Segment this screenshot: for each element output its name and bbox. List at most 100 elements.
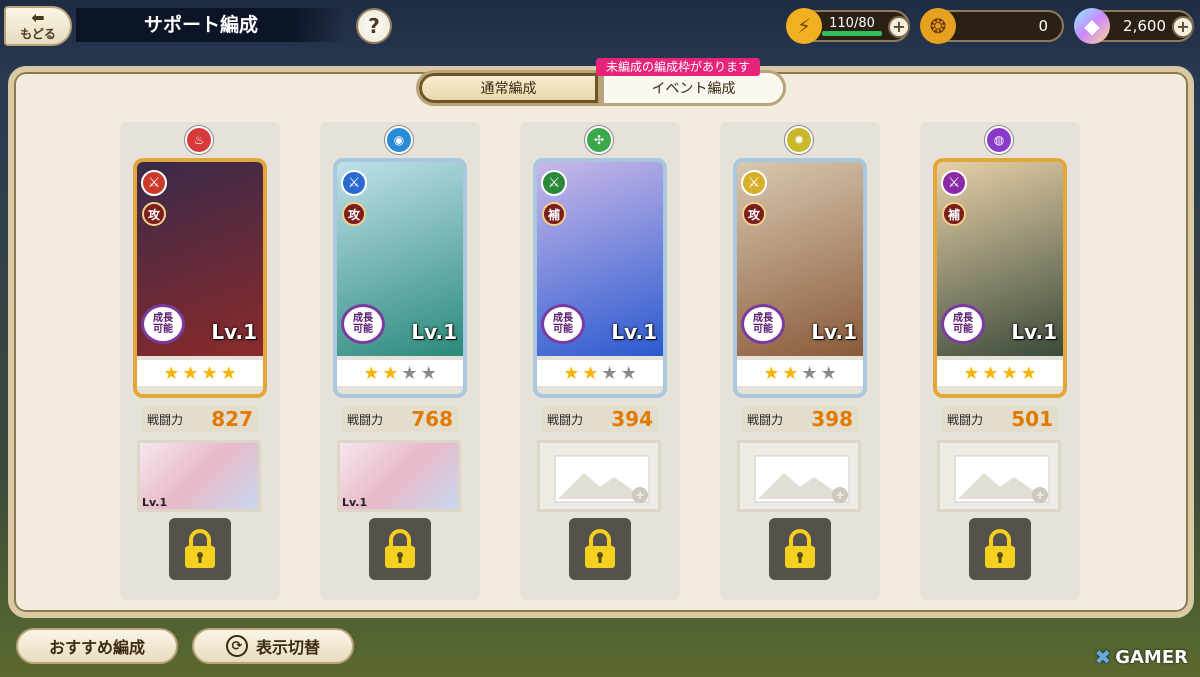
weapon-icon: ⚔ xyxy=(541,170,567,196)
empty-image-icon: + xyxy=(754,455,850,503)
unit-slot[interactable]: ♨ ⚔ 攻 成長 可能 Lv.1 ★ ★ ★ ★ 戦闘力 827 Lv.1 xyxy=(120,122,280,600)
unassigned-notice-badge: 未編成の編成枠があります xyxy=(596,58,761,76)
growth-line-1: 成長 xyxy=(553,313,573,324)
role-badge: 攻 xyxy=(342,202,366,226)
recommend-button[interactable]: おすすめ編成 xyxy=(16,628,178,664)
wind-element-icon: ✣ xyxy=(585,126,613,154)
locked-slot[interactable] xyxy=(169,518,231,580)
medal-icon: ❂ xyxy=(920,8,956,44)
unit-card[interactable]: ⚔ 攻 成長 可能 Lv.1 ★ ★ ★ ★ xyxy=(333,158,467,398)
star-icon: ★ xyxy=(820,362,837,384)
gem-display: ◆ 2,600 + xyxy=(1074,8,1194,44)
fire-element-icon: ♨ xyxy=(185,126,213,154)
unit-card[interactable]: ⚔ 攻 成長 可能 Lv.1 ★ ★ ★ ★ xyxy=(733,158,867,398)
lock-icon xyxy=(985,529,1015,568)
svg-text:+: + xyxy=(1035,488,1045,502)
recommend-label: おすすめ編成 xyxy=(48,638,145,657)
growth-badge: 成長 可能 xyxy=(541,304,585,344)
star-icon: ★ xyxy=(982,362,999,384)
battle-power-label: 戦闘力 xyxy=(947,412,984,427)
sub-unit-slot[interactable]: + xyxy=(737,440,861,512)
growth-badge: 成長 可能 xyxy=(741,304,785,344)
lock-icon xyxy=(785,529,815,568)
unit-card[interactable]: ⚔ 補 成長 可能 Lv.1 ★ ★ ★ ★ xyxy=(533,158,667,398)
weapon-icon: ⚔ xyxy=(941,170,967,196)
battle-power: 戦闘力 827 xyxy=(141,406,259,432)
star-rating: ★ ★ ★ ★ xyxy=(337,360,463,386)
star-icon: ★ xyxy=(801,362,818,384)
top-bar: ⬅ もどる サポート編成 ? ⚡ 110/80 + ❂ 0 ◆ 2,600 + xyxy=(0,0,1200,52)
unit-slot[interactable]: ◍ ⚔ 補 成長 可能 Lv.1 ★ ★ ★ ★ 戦闘力 501 + xyxy=(920,122,1080,600)
sub-unit-slot[interactable]: + xyxy=(537,440,661,512)
star-icon: ★ xyxy=(601,362,618,384)
gamer-logo-icon: ✖ xyxy=(1094,645,1112,669)
stamina-value: 110/80 xyxy=(829,15,875,31)
display-toggle-label: 表示切替 xyxy=(255,638,320,657)
role-badge: 補 xyxy=(942,202,966,226)
battle-power-value: 398 xyxy=(811,407,853,431)
growth-line-1: 成長 xyxy=(753,313,773,324)
back-arrow-icon: ⬅ xyxy=(31,7,45,27)
star-icon: ★ xyxy=(382,362,399,384)
star-icon: ★ xyxy=(420,362,437,384)
gem-plus-button[interactable]: + xyxy=(1172,16,1194,38)
weapon-icon: ⚔ xyxy=(141,170,167,196)
sub-unit-level: Lv.1 xyxy=(342,496,368,509)
growth-badge: 成長 可能 xyxy=(141,304,185,344)
battle-power: 戦闘力 394 xyxy=(541,406,659,432)
star-rating: ★ ★ ★ ★ xyxy=(737,360,863,386)
unit-slot[interactable]: ✹ ⚔ 攻 成長 可能 Lv.1 ★ ★ ★ ★ 戦闘力 398 + xyxy=(720,122,880,600)
growth-badge: 成長 可能 xyxy=(941,304,985,344)
star-icon: ★ xyxy=(782,362,799,384)
unit-level: Lv.1 xyxy=(611,320,657,344)
lightning-icon: ⚡ xyxy=(786,8,822,44)
growth-line-2: 可能 xyxy=(753,324,773,335)
display-toggle-button[interactable]: ⟳ 表示切替 xyxy=(192,628,354,664)
star-icon: ★ xyxy=(363,362,380,384)
svg-text:+: + xyxy=(835,488,845,502)
growth-line-2: 可能 xyxy=(153,324,173,335)
sub-unit-slot[interactable]: Lv.1 xyxy=(337,440,461,512)
star-rating: ★ ★ ★ ★ xyxy=(137,360,263,386)
sub-unit-slot[interactable]: + xyxy=(937,440,1061,512)
star-icon: ★ xyxy=(1020,362,1037,384)
medal-value: 0 xyxy=(1038,17,1048,35)
unit-card[interactable]: ⚔ 補 成長 可能 Lv.1 ★ ★ ★ ★ xyxy=(933,158,1067,398)
role-badge: 攻 xyxy=(142,202,166,226)
locked-slot[interactable] xyxy=(569,518,631,580)
battle-power: 戦闘力 768 xyxy=(341,406,459,432)
unit-card[interactable]: ⚔ 攻 成長 可能 Lv.1 ★ ★ ★ ★ xyxy=(133,158,267,398)
star-icon: ★ xyxy=(620,362,637,384)
weapon-icon: ⚔ xyxy=(741,170,767,196)
battle-power-value: 827 xyxy=(211,407,253,431)
star-icon: ★ xyxy=(563,362,580,384)
locked-slot[interactable] xyxy=(969,518,1031,580)
star-icon: ★ xyxy=(201,362,218,384)
page-title: サポート編成 xyxy=(76,8,346,42)
help-button[interactable]: ? xyxy=(356,8,392,44)
back-button[interactable]: ⬅ もどる xyxy=(4,6,72,46)
lock-icon xyxy=(385,529,415,568)
locked-slot[interactable] xyxy=(769,518,831,580)
battle-power-label: 戦闘力 xyxy=(147,412,184,427)
battle-power-label: 戦闘力 xyxy=(747,412,784,427)
unit-level: Lv.1 xyxy=(411,320,457,344)
sub-unit-slot[interactable]: Lv.1 xyxy=(137,440,261,512)
water-element-icon: ◉ xyxy=(385,126,413,154)
weapon-icon: ⚔ xyxy=(341,170,367,196)
tab-normal[interactable]: 通常編成 xyxy=(416,70,601,106)
star-icon: ★ xyxy=(1001,362,1018,384)
unit-level: Lv.1 xyxy=(811,320,857,344)
battle-power-label: 戦闘力 xyxy=(347,412,384,427)
stamina-plus-button[interactable]: + xyxy=(888,16,910,38)
unit-slot[interactable]: ◉ ⚔ 攻 成長 可能 Lv.1 ★ ★ ★ ★ 戦闘力 768 Lv.1 xyxy=(320,122,480,600)
unit-slot[interactable]: ✣ ⚔ 補 成長 可能 Lv.1 ★ ★ ★ ★ 戦闘力 394 + xyxy=(520,122,680,600)
empty-image-icon: + xyxy=(554,455,650,503)
role-badge: 攻 xyxy=(742,202,766,226)
gem-icon: ◆ xyxy=(1074,8,1110,44)
locked-slot[interactable] xyxy=(369,518,431,580)
growth-line-2: 可能 xyxy=(353,324,373,335)
growth-line-2: 可能 xyxy=(553,324,573,335)
stamina-display: ⚡ 110/80 + xyxy=(786,8,910,44)
lock-icon xyxy=(185,529,215,568)
